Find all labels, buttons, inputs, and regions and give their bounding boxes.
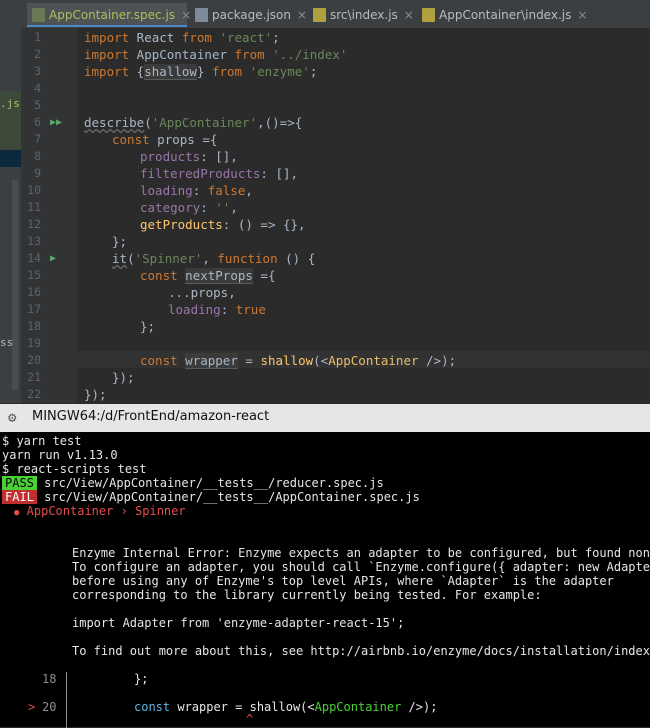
line-number: 11 <box>27 200 41 214</box>
snippet-gutter-bar <box>66 700 67 714</box>
sidebar-item-selected[interactable] <box>0 150 21 167</box>
code-line-22: }); <box>84 387 107 402</box>
code-line-21: }); <box>112 370 135 385</box>
sidebar-item-js[interactable]: .js <box>0 91 21 149</box>
run-tests-icon[interactable]: ▶▶ <box>50 114 62 131</box>
tab-appcontainer-index[interactable]: AppContainer\index.js × <box>417 3 587 27</box>
code-line-16: ...props, <box>168 285 236 300</box>
close-icon[interactable]: × <box>404 8 414 22</box>
terminal-icon: ⚙ <box>8 410 17 426</box>
error-line: To find out more about this, see http://… <box>72 644 650 658</box>
line-number: 17 <box>27 302 41 316</box>
code-line-17: loading: true <box>168 302 266 317</box>
code-line-8: products: [], <box>140 149 238 164</box>
line-number: 6 <box>34 115 41 129</box>
code-line-18: }; <box>140 319 156 334</box>
error-line: before using any of Enzyme's top level A… <box>72 574 614 588</box>
code-line-7: const props ={ <box>112 132 218 147</box>
error-line: corresponding to the library currently b… <box>72 588 542 602</box>
tab-src-index[interactable]: src\index.js × <box>308 3 414 27</box>
code-line-13: }; <box>112 234 128 249</box>
js-file-icon <box>313 8 326 22</box>
snippet-caret: ^ <box>246 712 254 726</box>
terminal-title-bar[interactable]: ⚙ MINGW64:/d/FrontEnd/amazon-react <box>0 404 650 432</box>
error-line: import Adapter from 'enzyme-adapter-reac… <box>72 616 405 630</box>
snippet-line-number: 18 <box>42 672 57 686</box>
line-number: 15 <box>27 268 41 282</box>
code-line-10: loading: false, <box>140 183 253 198</box>
line-number: 13 <box>27 234 41 248</box>
snippet-gutter-bar <box>66 686 67 700</box>
tab-package-json[interactable]: package.json × <box>190 3 307 27</box>
sidebar-item-ss[interactable]: ss <box>0 336 13 349</box>
js-file-icon <box>32 8 45 22</box>
close-icon[interactable]: × <box>297 8 307 22</box>
failing-suite: ● AppContainer › Spinner <box>14 504 186 518</box>
line-number: 7 <box>34 132 41 146</box>
line-number: 8 <box>34 149 41 163</box>
error-line: Enzyme Internal Error: Enzyme expects an… <box>72 546 650 560</box>
line-number: 12 <box>27 217 41 231</box>
line-number: 3 <box>34 64 41 78</box>
code-line-9: filteredProducts: [], <box>140 166 299 181</box>
fail-badge: FAIL <box>2 490 37 504</box>
run-test-icon[interactable]: ▶ <box>50 250 60 267</box>
project-sidebar: .js ss <box>0 28 21 403</box>
error-line: To configure an adapter, you should call… <box>72 560 650 574</box>
js-file-icon <box>422 8 435 22</box>
line-number: 20 <box>27 353 41 367</box>
line-number: 18 <box>27 319 41 333</box>
code-line-11: category: '', <box>140 200 238 215</box>
line-number: 14 <box>27 251 41 265</box>
terminal-line: $ react-scripts test <box>2 462 147 476</box>
code-line-15: const nextProps ={ <box>140 268 276 284</box>
snippet-gutter-bar <box>66 672 67 686</box>
code-line-20: const wrapper = shallow(<AppContainer />… <box>140 353 457 369</box>
snippet-gutter-bar <box>66 714 67 728</box>
test-result-pass: PASS src/View/AppContainer/__tests__/red… <box>2 476 384 490</box>
line-number: 16 <box>27 285 41 299</box>
editor-tab-bar: AppContainer.spec.js × package.json × src\… <box>0 0 650 29</box>
line-number: 19 <box>27 336 41 350</box>
snippet-line-number: 20 <box>42 700 57 714</box>
tab-appcontainer-spec[interactable]: AppContainer.spec.js × <box>27 3 191 27</box>
test-result-fail: FAIL src/View/AppContainer/__tests__/App… <box>2 490 420 504</box>
snippet-code: const wrapper = shallow(<AppContainer />… <box>134 700 438 714</box>
line-number: 5 <box>34 98 41 112</box>
code-line-2: import AppContainer from '../index' <box>84 47 348 62</box>
line-number: 2 <box>34 47 41 61</box>
terminal-line: yarn run v1.13.0 <box>2 448 118 462</box>
line-number: 22 <box>27 387 41 401</box>
line-number: 21 <box>27 370 41 384</box>
snippet-error-marker: > <box>28 700 36 714</box>
code-line-6: describe('AppContainer',()=>{ <box>84 115 303 130</box>
line-number: 9 <box>34 166 41 180</box>
close-icon[interactable]: × <box>577 8 587 22</box>
pass-badge: PASS <box>2 476 37 490</box>
sidebar-scrollbar[interactable] <box>12 180 18 390</box>
line-number: 10 <box>27 183 41 197</box>
line-number: 4 <box>34 81 41 95</box>
snippet-code: }; <box>134 672 149 686</box>
terminal-line: $ yarn test <box>2 434 82 448</box>
code-line-12: getProducts: () => {}, <box>140 217 306 232</box>
terminal-title: MINGW64:/d/FrontEnd/amazon-react <box>32 409 270 424</box>
code-line-3: import {shallow} from 'enzyme'; <box>84 64 318 80</box>
code-line-14: it('Spinner', function () { <box>112 251 316 266</box>
line-number: 1 <box>34 30 41 44</box>
json-file-icon <box>195 8 208 22</box>
code-line-1: import React from 'react'; <box>84 30 280 45</box>
